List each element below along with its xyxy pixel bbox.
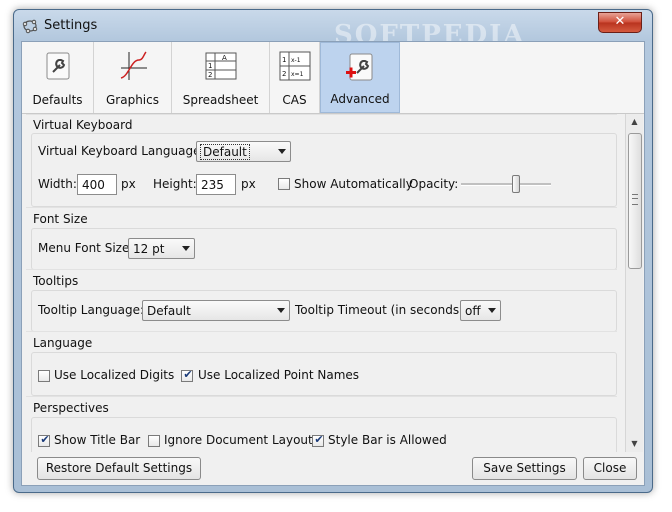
settings-tab-bar: Defaults Graphics A 1 2 Spreadsheet 1 2 … [22,42,644,114]
tab-label: Spreadsheet [182,93,259,107]
tooltip-language-label: Tooltip Language: [38,303,145,317]
svg-text:2: 2 [282,70,286,78]
dialog-body: Defaults Graphics A 1 2 Spreadsheet 1 2 … [21,41,645,486]
tab-label: Graphics [106,93,159,107]
scroll-up-icon[interactable]: ▲ [626,114,643,130]
svg-text:1: 1 [208,62,212,70]
language-group: Use Localized Digits ✔ Use Localized Poi… [31,352,617,396]
tab-spreadsheet[interactable]: A 1 2 Spreadsheet [172,42,270,113]
style-bar-checkbox[interactable]: ✔ [312,433,324,447]
tab-label: Advanced [330,92,390,106]
show-automatically-checkbox[interactable] [278,178,290,190]
show-title-bar-checkbox[interactable]: ✔ [38,433,50,447]
scrollbar-thumb[interactable] [628,133,642,269]
tab-defaults[interactable]: Defaults [22,42,94,113]
height-unit: px [241,177,256,191]
width-label: Width: [38,177,77,191]
scroll-down-icon[interactable]: ▼ [626,436,643,452]
svg-text:x=1: x=1 [291,71,304,78]
vertical-scrollbar[interactable]: ▲ ▼ [625,114,643,452]
close-button[interactable]: Close [583,457,637,480]
settings-scroll-area[interactable]: Virtual Keyboard Virtual Keyboard Langua… [22,114,623,452]
svg-text:A: A [222,54,227,62]
advanced-wrench-icon [346,53,373,81]
check-icon: ✔ [314,433,324,446]
check-icon: ✔ [183,368,193,381]
section-title: Perspectives [33,401,109,415]
tooltips-section: Tooltips Tooltip Language: Default Toolt… [26,269,617,332]
menu-font-size-select[interactable]: 12 pt [128,238,195,259]
svg-text:1: 1 [282,56,286,64]
localized-digits-checkbox[interactable] [38,370,50,382]
keyboard-language-select[interactable]: Default [196,141,291,162]
input-value: 235 [201,178,224,192]
tab-label: CAS [282,93,307,107]
title-bar[interactable]: Settings SOFTPEDIA ✕ [14,10,652,50]
section-title: Language [33,336,93,350]
width-unit: px [121,177,136,191]
show-automatically-label: Show Automatically [294,177,413,191]
graph-icon [120,51,147,80]
tab-graphics[interactable]: Graphics [94,42,172,113]
virtual-keyboard-section: Virtual Keyboard Virtual Keyboard Langua… [26,114,617,207]
chevron-down-icon [277,308,285,313]
tab-label: Defaults [32,93,83,107]
chevron-down-icon [488,308,496,313]
tooltip-timeout-select[interactable]: off [460,300,501,321]
window-title: Settings [44,18,98,33]
localized-digits-label: Use Localized Digits [54,368,175,382]
tab-advanced[interactable]: Advanced [320,42,400,113]
geogebra-icon [22,19,38,34]
chevron-down-icon [182,246,190,251]
ignore-layout-checkbox[interactable] [148,435,160,447]
opacity-label: Opacity: [409,177,459,191]
check-icon: ✔ [40,433,50,446]
section-title: Font Size [33,212,88,226]
section-title: Virtual Keyboard [33,118,133,132]
virtual-keyboard-group: Virtual Keyboard Language: Default Width… [31,133,617,207]
svg-text:2: 2 [208,71,212,79]
keyboard-language-label: Virtual Keyboard Language: [38,144,205,158]
language-section: Language Use Localized Digits ✔ Use Loca… [26,331,617,396]
grip-icon [632,194,638,205]
opacity-slider-track[interactable] [461,183,551,186]
localized-points-label: Use Localized Point Names [198,368,360,382]
spreadsheet-icon: A 1 2 [205,52,236,80]
svg-text:x-1: x-1 [291,57,301,64]
height-input[interactable]: 235 [196,174,236,195]
restore-defaults-button[interactable]: Restore Default Settings [37,457,201,480]
show-title-bar-label: Show Title Bar [54,433,141,447]
ignore-layout-label: Ignore Document Layout [164,433,313,447]
style-bar-label: Style Bar is Allowed [328,433,447,447]
perspectives-section: Perspectives ✔ Show Title Bar Ignore Doc… [26,396,617,452]
opacity-slider-thumb[interactable] [512,175,520,193]
select-value: off [465,304,481,318]
width-input[interactable]: 400 [77,174,117,195]
section-title: Tooltips [33,274,79,288]
cas-icon: 1 2 x-1 x=1 [279,51,310,81]
perspectives-group: ✔ Show Title Bar Ignore Document Layout … [31,417,617,452]
menu-font-size-label: Menu Font Size: [38,241,134,255]
window-close-button[interactable]: ✕ [598,12,642,33]
save-settings-button[interactable]: Save Settings [472,457,577,480]
height-label: Height: [153,177,197,191]
tooltip-timeout-label: Tooltip Timeout (in seconds): [295,303,468,317]
font-size-section: Font Size Menu Font Size: 12 pt [26,207,617,270]
tooltips-group: Tooltip Language: Default Tooltip Timeou… [31,290,617,332]
chevron-down-icon [278,149,286,154]
tab-cas[interactable]: 1 2 x-1 x=1 CAS [270,42,320,113]
select-value: Default [200,144,250,160]
select-value: 12 pt [133,242,165,256]
select-value: Default [147,304,191,318]
wrench-icon [46,52,69,80]
input-value: 400 [82,178,105,192]
font-size-group: Menu Font Size: 12 pt [31,228,617,270]
settings-window: Settings SOFTPEDIA ✕ Defaults Graphics A… [13,9,653,493]
tooltip-language-select[interactable]: Default [142,300,290,321]
localized-points-checkbox[interactable]: ✔ [181,368,193,382]
